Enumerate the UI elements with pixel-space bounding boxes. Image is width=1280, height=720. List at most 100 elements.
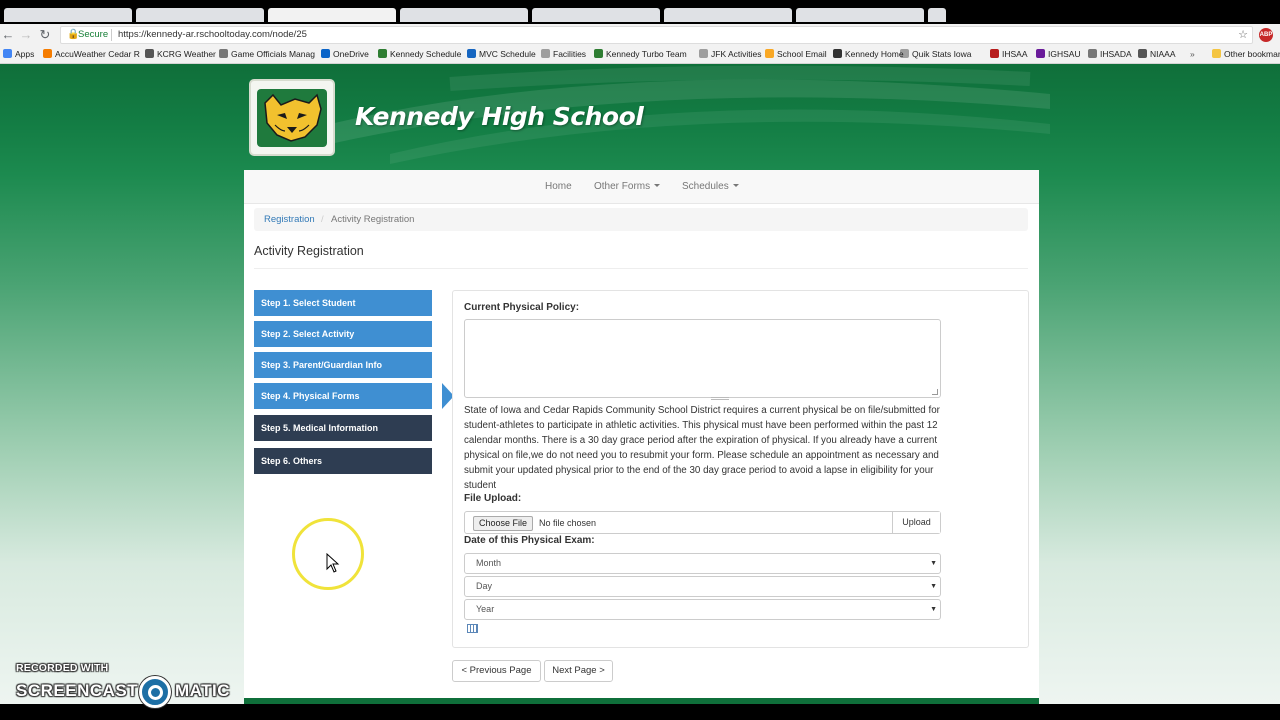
bookmark-label: Quik Stats Iowa (912, 49, 972, 59)
other-bookmarks[interactable]: Other bookmarks (1212, 49, 1280, 59)
next-page-button[interactable]: Next Page > (544, 660, 613, 682)
browser-tab-active[interactable] (268, 8, 396, 22)
bookmark-label: MVC Schedule (479, 49, 536, 59)
step-2-select-activity[interactable]: Step 2. Select Activity (254, 321, 432, 347)
step-1-select-student[interactable]: Step 1. Select Student (254, 290, 432, 316)
back-icon[interactable]: ← (0, 27, 16, 42)
address-bar[interactable]: 🔒 Secure https://kennedy-ar.rschooltoday… (60, 26, 1253, 44)
select-arrow-icon: ▼ (930, 583, 937, 590)
browser-tab[interactable] (4, 8, 132, 22)
bookmark-favicon-icon (541, 49, 550, 58)
policy-label: Current Physical Policy: (464, 302, 580, 313)
browser-tab[interactable] (532, 8, 660, 22)
bookmarks-overflow-icon[interactable]: » (1190, 49, 1195, 59)
bookmark-favicon-icon (378, 49, 387, 58)
browser-tab[interactable] (796, 8, 924, 22)
browser-tab[interactable] (664, 8, 792, 22)
screencast-logo-icon (139, 676, 171, 708)
bookmark-label: Apps (15, 49, 35, 59)
bookmark-item[interactable]: OneDrive (321, 49, 369, 59)
bookmark-favicon-icon (1036, 49, 1045, 58)
forward-icon[interactable]: → (18, 27, 34, 42)
browser-tab[interactable] (400, 8, 528, 22)
bookmark-label: Kennedy Home (845, 49, 904, 59)
bookmark-favicon-icon (1088, 49, 1097, 58)
choose-file-button[interactable]: Choose File (473, 516, 534, 531)
browser-tab[interactable] (136, 8, 264, 22)
exam-date-label: Date of this Physical Exam: (464, 535, 595, 546)
bookmark-item[interactable]: Apps (3, 49, 34, 59)
bookmark-favicon-icon (467, 49, 476, 58)
url-text[interactable]: https://kennedy-ar.rschooltoday.com/node… (118, 27, 307, 43)
wildcat-logo-icon (257, 89, 327, 147)
day-select[interactable]: Day ▼ (464, 576, 941, 597)
bookmark-item[interactable]: Facilities (541, 49, 586, 59)
title-divider (254, 268, 1028, 269)
bookmark-label: OneDrive (333, 49, 369, 59)
previous-page-button[interactable]: < Previous Page (452, 660, 541, 682)
bookmarks-bar: NIAAA IHSADA IGHSAU IHSAA Quik Stats Iowa Ken… (0, 46, 1280, 64)
bookmark-label: IHSADA (1100, 49, 1132, 59)
textarea-resize-grip[interactable] (932, 389, 938, 395)
bookmark-item[interactable]: School Email (765, 49, 827, 59)
bookmark-item[interactable]: AccuWeather Cedar R (43, 49, 140, 59)
step-4-physical-forms[interactable]: Step 4. Physical Forms (254, 383, 454, 409)
bookmark-item[interactable]: Kennedy Turbo Team (594, 49, 687, 59)
bookmark-item[interactable]: JFK Activities (699, 49, 762, 59)
bookmark-label: Game Officials Manag (231, 49, 315, 59)
year-select[interactable]: Year ▼ (464, 599, 941, 620)
file-upload-group: Choose File No file chosen Upload (464, 511, 941, 534)
bookmark-label: KCRG Weather (157, 49, 216, 59)
calendar-icon[interactable] (467, 624, 478, 633)
month-select[interactable]: Month ▼ (464, 553, 941, 574)
reload-icon[interactable]: ↻ (37, 27, 53, 43)
bookmark-favicon-icon (321, 49, 330, 58)
textarea-resize-bar[interactable] (711, 397, 729, 400)
bookmark-item[interactable]: Game Officials Manag (219, 49, 315, 59)
bookmark-item[interactable]: IHSAA (990, 49, 1028, 59)
bookmark-favicon-icon (990, 49, 999, 58)
bookmark-item[interactable]: Kennedy Schedule (378, 49, 461, 59)
breadcrumb-current: Activity Registration (331, 214, 415, 225)
physical-form-panel: Current Physical Policy: State of Iowa a… (452, 290, 1029, 648)
bookmark-item[interactable]: NIAAA (1138, 49, 1176, 59)
secure-label: Secure (78, 29, 109, 40)
bookmark-item[interactable]: IHSADA (1088, 49, 1132, 59)
mouse-pointer-icon (326, 553, 340, 573)
bookmark-favicon-icon (43, 49, 52, 58)
file-upload-label: File Upload: (464, 493, 522, 504)
breadcrumb: Registration / Activity Registration (254, 208, 1028, 231)
upload-button[interactable]: Upload (892, 512, 940, 533)
other-bookmarks-label: Other bookmarks (1224, 49, 1280, 59)
bookmark-label: Kennedy Schedule (390, 49, 462, 59)
year-select-value: Year (476, 604, 495, 614)
bookmark-item[interactable]: IGHSAU (1036, 49, 1081, 59)
new-tab-button[interactable] (928, 8, 946, 22)
step-4-label: Step 4. Physical Forms (261, 391, 360, 401)
bookmark-label: School Email (777, 49, 827, 59)
policy-textarea[interactable] (464, 319, 941, 400)
no-file-chosen-text: No file chosen (539, 518, 597, 528)
bookmark-item[interactable]: Quik Stats Iowa (900, 49, 972, 59)
adblock-extension-icon[interactable]: ABP (1259, 28, 1273, 42)
breadcrumb-registration-link[interactable]: Registration (264, 214, 315, 225)
bookmark-favicon-icon (3, 49, 12, 58)
school-logo[interactable] (249, 79, 335, 156)
bookmark-star-icon[interactable]: ☆ (1238, 27, 1248, 43)
bookmark-item[interactable]: MVC Schedule (467, 49, 536, 59)
bookmark-favicon-icon (699, 49, 708, 58)
bookmark-label: NIAAA (1150, 49, 1176, 59)
bookmark-label: IGHSAU (1048, 49, 1081, 59)
breadcrumb-separator: / (321, 214, 324, 225)
bookmark-item[interactable]: Kennedy Home (833, 49, 904, 59)
step-3-parent-guardian-info[interactable]: Step 3. Parent/Guardian Info (254, 352, 432, 378)
step-5-medical-information[interactable]: Step 5. Medical Information (254, 415, 432, 441)
day-select-value: Day (476, 581, 493, 591)
bookmark-item[interactable]: KCRG Weather (145, 49, 216, 59)
bookmark-label: Facilities (553, 49, 587, 59)
bookmark-label: AccuWeather Cedar R (55, 49, 140, 59)
screencast-watermark: RECORDED WITH SCREENCAST MATIC (16, 662, 236, 712)
select-arrow-icon: ▼ (930, 560, 937, 567)
bookmark-favicon-icon (219, 49, 228, 58)
step-6-others[interactable]: Step 6. Others (254, 448, 432, 474)
